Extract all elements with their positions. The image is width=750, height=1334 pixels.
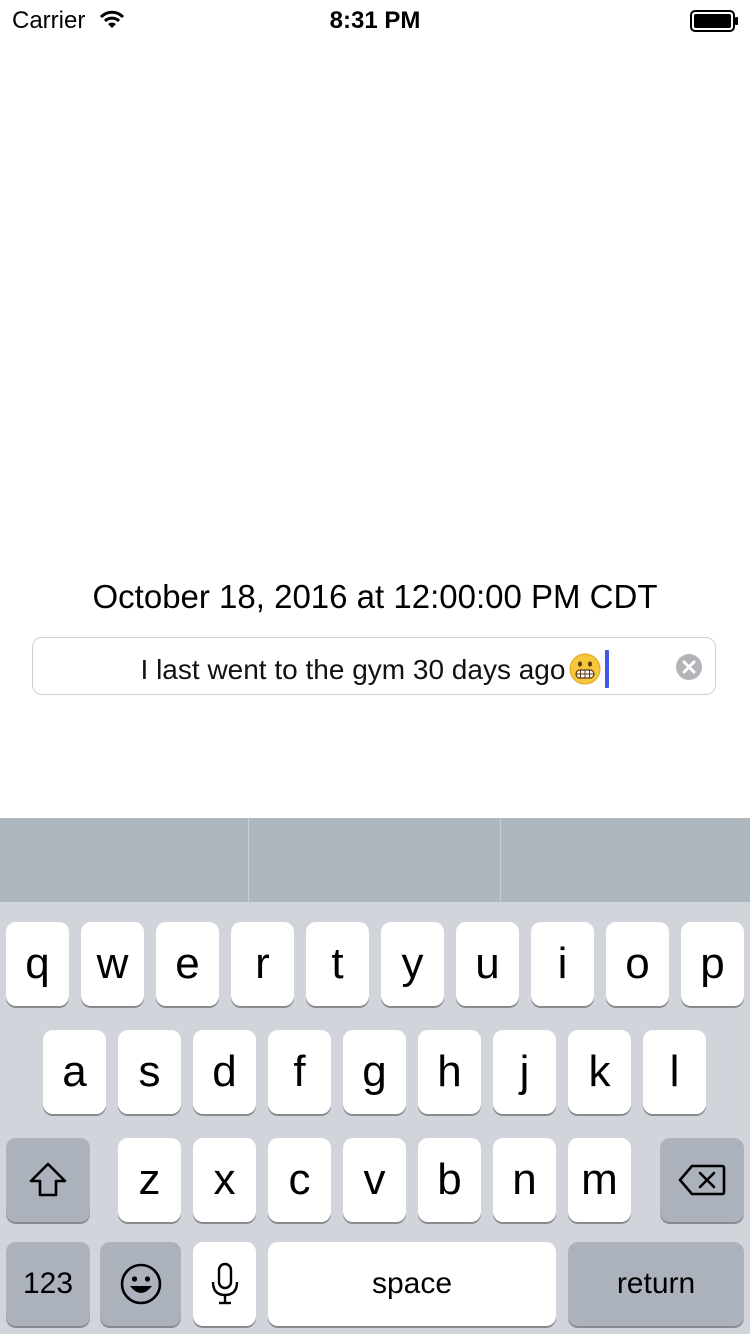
key-b[interactable]: b (418, 1138, 481, 1222)
key-s[interactable]: s (118, 1030, 181, 1114)
key-e[interactable]: e (156, 922, 219, 1006)
key-c[interactable]: c (268, 1138, 331, 1222)
key-m[interactable]: m (568, 1138, 631, 1222)
key-g[interactable]: g (343, 1030, 406, 1114)
key-i[interactable]: i (531, 922, 594, 1006)
suggestion-bar (0, 818, 750, 902)
key-y[interactable]: y (381, 922, 444, 1006)
key-x[interactable]: x (193, 1138, 256, 1222)
key-p[interactable]: p (681, 922, 744, 1006)
text-field-value: I last went to the gym 30 days ago (140, 654, 566, 685)
text-cursor (605, 650, 610, 688)
key-z[interactable]: z (118, 1138, 181, 1222)
return-key[interactable]: return (568, 1242, 744, 1326)
date-label: October 18, 2016 at 12:00:00 PM CDT (92, 578, 658, 615)
key-n[interactable]: n (493, 1138, 556, 1222)
emoji-key[interactable] (100, 1242, 181, 1326)
key-a[interactable]: a (43, 1030, 106, 1114)
space-key-label: space (371, 1267, 453, 1300)
key-j[interactable]: j (493, 1030, 556, 1114)
microphone-icon (211, 1262, 238, 1305)
numbers-key-label: 123 (22, 1267, 74, 1300)
key-t[interactable]: t (306, 922, 369, 1006)
key-q[interactable]: q (6, 922, 69, 1006)
key-w[interactable]: w (81, 922, 144, 1006)
text-input-field[interactable]: I last went to the gym 30 days ago (32, 637, 716, 695)
key-l[interactable]: l (643, 1030, 706, 1114)
keyboard: q w e r t y u i o p a s d f g h j k l z … (0, 902, 750, 1334)
dictation-key[interactable] (193, 1242, 256, 1326)
key-v[interactable]: v (343, 1138, 406, 1222)
grimacing-face-emoji-icon (569, 653, 601, 685)
space-key[interactable]: space (268, 1242, 556, 1326)
key-f[interactable]: f (268, 1030, 331, 1114)
status-time: 8:31 PM (329, 7, 421, 34)
suggestion-slot-1[interactable] (0, 818, 248, 902)
delete-key[interactable] (660, 1138, 744, 1222)
suggestion-slot-3[interactable] (501, 818, 750, 902)
battery-icon (690, 10, 738, 32)
key-u[interactable]: u (456, 922, 519, 1006)
clear-text-icon[interactable] (675, 653, 703, 681)
shift-icon (29, 1162, 67, 1197)
status-bar: Carrier 8:31 PM (0, 0, 750, 40)
screen: Carrier 8:31 PM October 18, 2016 at 12:0… (0, 0, 750, 1334)
backspace-icon (678, 1164, 726, 1196)
key-d[interactable]: d (193, 1030, 256, 1114)
return-key-label: return (616, 1267, 696, 1300)
suggestion-slot-2[interactable] (249, 818, 500, 902)
key-o[interactable]: o (606, 922, 669, 1006)
key-k[interactable]: k (568, 1030, 631, 1114)
numbers-key[interactable]: 123 (6, 1242, 90, 1326)
key-h[interactable]: h (418, 1030, 481, 1114)
key-r[interactable]: r (231, 922, 294, 1006)
text-field-content[interactable]: I last went to the gym 30 days ago (33, 650, 717, 688)
shift-key[interactable] (6, 1138, 90, 1222)
emoji-icon (120, 1263, 161, 1305)
